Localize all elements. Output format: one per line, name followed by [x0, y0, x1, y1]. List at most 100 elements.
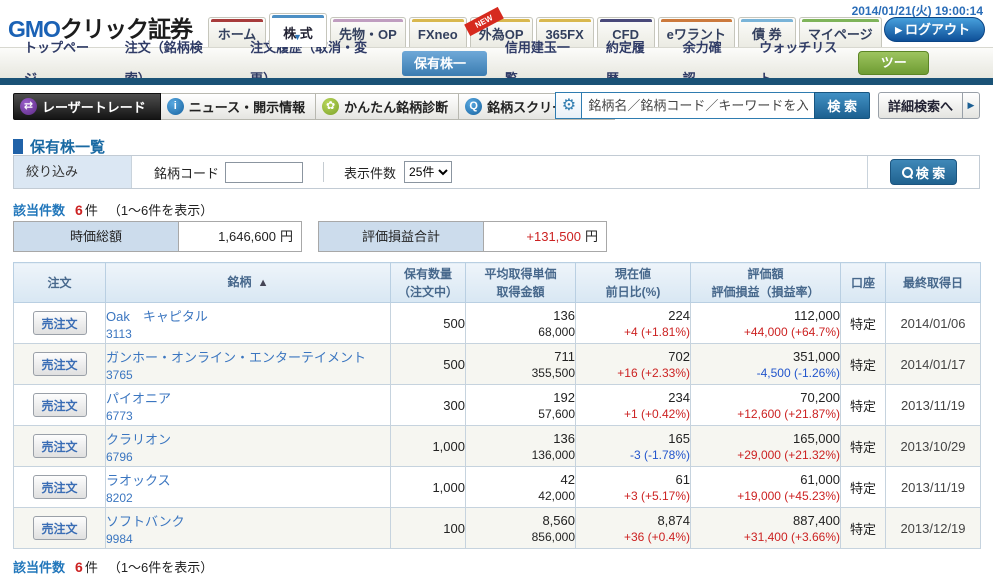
- active-tab-caret-icon: ▼: [293, 32, 302, 42]
- sell-order-button[interactable]: 売注文: [32, 352, 87, 376]
- header-current-price-line2: 前日比(%): [605, 284, 661, 299]
- info-icon: i: [166, 98, 184, 115]
- stock-name-link[interactable]: パイオニア: [106, 388, 390, 407]
- account-type-cell: 特定: [840, 466, 886, 508]
- valuation-cell: 112,000 +44,000 (+64.7%): [690, 302, 841, 344]
- avg-price: 42: [560, 471, 575, 487]
- stock-name-link[interactable]: ソフトバンク: [106, 511, 390, 530]
- symbol-search-input[interactable]: [582, 92, 815, 119]
- header-name[interactable]: 銘柄 ▲: [105, 262, 391, 303]
- current-price-cell: 234 +1 (+0.42%): [575, 384, 691, 426]
- filter-search-button[interactable]: 検 索: [889, 159, 958, 185]
- current-price: 165: [668, 430, 690, 446]
- tab-accent: [740, 19, 793, 22]
- current-price-cell: 165 -3 (-1.78%): [575, 425, 691, 467]
- stock-code: 9984: [106, 531, 133, 546]
- filter-label: 絞り込み: [14, 156, 132, 188]
- valuation: 887,400: [793, 512, 840, 528]
- news-disclosure-button[interactable]: i ニュース・開示情報: [160, 93, 317, 120]
- last-acquired-cell: 2013/12/19: [885, 507, 981, 549]
- total-pl-amount: +131,500 円: [484, 222, 606, 251]
- stock-name-link[interactable]: ガンホー・オンライン・エンターテイメント: [106, 347, 390, 366]
- avg-price-cell: 42 42,000: [465, 466, 576, 508]
- current-price: 702: [668, 348, 690, 364]
- header-valuation-line1: 評価額: [747, 266, 784, 281]
- header-avg-price: 平均取得単価 取得金額: [465, 262, 576, 303]
- diagnosis-label: かんたん銘柄診断: [344, 100, 449, 115]
- table-row: 売注文 ラオックス 8202 1,000 42 42,000 61 +3 (+5.17…: [13, 466, 981, 508]
- result-count-value: 6: [75, 202, 83, 218]
- tab-fxneo[interactable]: FXneo: [408, 17, 467, 47]
- sort-asc-icon[interactable]: ▲: [258, 277, 269, 289]
- last-acquired-cell: 2014/01/06: [885, 302, 981, 344]
- subnav-divider-bar: [0, 78, 993, 85]
- account-type-cell: 特定: [840, 507, 886, 549]
- current-price-cell: 702 +16 (+2.33%): [575, 343, 691, 385]
- sell-order-button[interactable]: 売注文: [32, 475, 87, 499]
- display-count-select[interactable]: 25件: [404, 161, 453, 183]
- result-count-range: （1～6件を表示）: [107, 203, 214, 218]
- sell-order-button[interactable]: 売注文: [32, 516, 87, 540]
- page-title-text: 保有株一覧: [30, 139, 106, 156]
- price-change: +1 (+0.42%): [623, 406, 690, 421]
- price-change: +36 (+0.4%): [623, 529, 690, 544]
- stock-name-link[interactable]: ラオックス: [106, 470, 390, 489]
- cost-amount: 856,000: [531, 529, 575, 544]
- tools-button[interactable]: ツール: [858, 51, 929, 92]
- avg-price-cell: 192 57,600: [465, 384, 576, 426]
- tab-stocks[interactable]: 株 式 ▼: [269, 13, 327, 47]
- magnifier-icon: [901, 167, 913, 178]
- advanced-search-button[interactable]: 詳細検索へ ▶: [877, 92, 980, 119]
- stock-code: 3765: [106, 367, 133, 382]
- last-acquired-cell: 2014/01/17: [885, 343, 981, 385]
- table-header-row: 注文 銘柄 ▲ 保有数量 （注文中） 平均取得単価 取得金額 現在値 前日比(%) 評価…: [13, 262, 981, 303]
- subnav-holdings-list[interactable]: 保有株一覧: [402, 50, 487, 96]
- holdings-table: 注文 銘柄 ▲ 保有数量 （注文中） 平均取得単価 取得金額 現在値 前日比(%) 評価…: [13, 262, 981, 549]
- stock-code-input[interactable]: [225, 161, 304, 183]
- easy-diagnosis-button[interactable]: ✿ かんたん銘柄診断: [316, 93, 460, 120]
- total-pl-number: +131,500: [526, 229, 581, 244]
- last-acquired-cell: 2013/11/19: [885, 384, 981, 426]
- header-current-price: 現在値前日比(%): [575, 262, 691, 303]
- laser-trade-button[interactable]: ⇄ レーザートレード: [13, 93, 161, 120]
- display-count-label: 表示件数: [344, 165, 397, 181]
- cost-amount: 355,500: [531, 365, 575, 380]
- table-row: 売注文 Oak キャピタル 3113 500 136 68,000 224 +4 (+…: [13, 302, 981, 344]
- account-type-cell: 特定: [840, 343, 886, 385]
- result-count-label: 該当件数: [13, 203, 66, 218]
- cost-amount: 42,000: [538, 488, 575, 503]
- advanced-search-label: 詳細検索へ: [887, 99, 953, 114]
- avg-price-cell: 136 68,000: [465, 302, 576, 344]
- sell-order-button[interactable]: 売注文: [32, 311, 87, 335]
- account-type-cell: 特定: [840, 384, 886, 426]
- symbol-search-button[interactable]: 検 索: [814, 92, 870, 119]
- quantity-cell: 1,000: [390, 425, 466, 467]
- price-change: +16 (+2.33%): [617, 365, 690, 380]
- result-count-value: 6: [75, 559, 83, 575]
- valuation-cell: 61,000 +19,000 (+45.23%): [690, 466, 841, 508]
- result-count-unit: 件: [84, 203, 98, 218]
- avg-price-cell: 711 355,500: [465, 343, 576, 385]
- sell-order-button[interactable]: 売注文: [32, 434, 87, 458]
- quantity-cell: 300: [390, 384, 466, 426]
- header-last-acquired: 最終取得日: [885, 262, 981, 303]
- stocks-subnav: トップページ 注文（銘柄検索） 注文履歴（取消・変更） 保有株一覧 信用建玉一覧…: [0, 40, 993, 96]
- market-value-number: 1,646,600: [218, 229, 276, 244]
- sell-order-button[interactable]: 売注文: [32, 393, 87, 417]
- summary-boxes: 時価総額 1,646,600 円 評価損益合計 +131,500 円: [13, 221, 607, 252]
- header-current-price-line1: 現在値: [614, 266, 651, 281]
- header-valuation-line2: 評価損益（損益率）: [711, 284, 820, 299]
- result-count-bottom: 該当件数 6 件 （1～6件を表示）: [13, 557, 213, 576]
- result-count-top: 該当件数 6 件 （1～6件を表示）: [13, 200, 213, 219]
- title-marker-icon: [13, 139, 23, 154]
- stock-name-link[interactable]: Oak キャピタル: [106, 306, 390, 325]
- header-account: 口座: [840, 262, 886, 303]
- search-settings-gear-icon[interactable]: ⚙: [555, 92, 583, 119]
- logout-button[interactable]: ▶ ログアウト: [884, 17, 985, 42]
- quantity-cell: 500: [390, 343, 466, 385]
- valuation: 165,000: [793, 430, 840, 446]
- stock-name-link[interactable]: クラリオン: [106, 429, 390, 448]
- market-value-label: 時価総額: [14, 222, 179, 251]
- table-row: 売注文 ガンホー・オンライン・エンターテイメント 3765 500 711 355,…: [13, 343, 981, 385]
- quick-tool-buttons: ⇄ レーザートレード i ニュース・開示情報 ✿ かんたん銘柄診断 Q 銘柄スク…: [13, 93, 616, 120]
